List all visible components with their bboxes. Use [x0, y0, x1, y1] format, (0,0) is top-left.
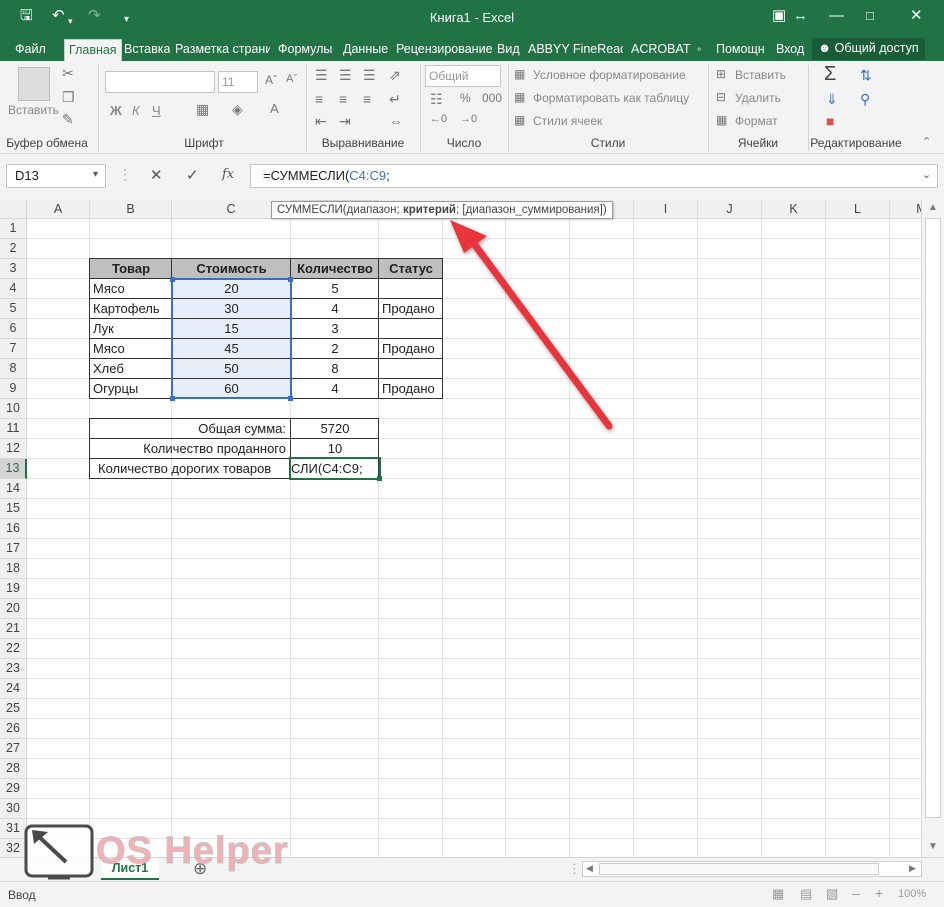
- horizontal-scrollbar[interactable]: ◀ ▶: [582, 861, 922, 877]
- normal-view-icon[interactable]: ▦: [772, 886, 784, 902]
- zoom-out-icon[interactable]: –: [852, 885, 860, 901]
- scroll-down-icon[interactable]: ▼: [928, 841, 938, 852]
- scroll-thumb[interactable]: [925, 218, 941, 818]
- arrow-shaft: [468, 237, 613, 430]
- red-arrow-annotation: [450, 220, 613, 430]
- scroll-up-icon[interactable]: ▲: [928, 202, 938, 213]
- page-break-view-icon[interactable]: ▧: [826, 886, 838, 902]
- excel-window: 🖫 ↶ ▾ ↷ ▾ Книга1 - Excel ▣ ↔ — □ ✕ Файл …: [0, 0, 944, 907]
- vertical-scrollbar[interactable]: ▲ ▼: [921, 200, 944, 857]
- scroll-right-icon[interactable]: ▶: [909, 863, 916, 874]
- page-layout-view-icon[interactable]: ▤: [800, 886, 812, 902]
- zoom-level[interactable]: 100%: [898, 888, 926, 900]
- split-grip-icon[interactable]: ⋮: [568, 861, 581, 877]
- status-mode: Ввод: [8, 888, 36, 902]
- os-helper-logo: OS Helper: [20, 822, 310, 884]
- status-bar: Ввод ▦ ▤ ▧ – + 100%: [0, 881, 944, 907]
- hscroll-thumb[interactable]: [599, 863, 879, 875]
- zoom-in-icon[interactable]: +: [875, 885, 883, 901]
- scroll-left-icon[interactable]: ◀: [586, 863, 593, 874]
- watermark-text: OS Helper: [96, 830, 289, 873]
